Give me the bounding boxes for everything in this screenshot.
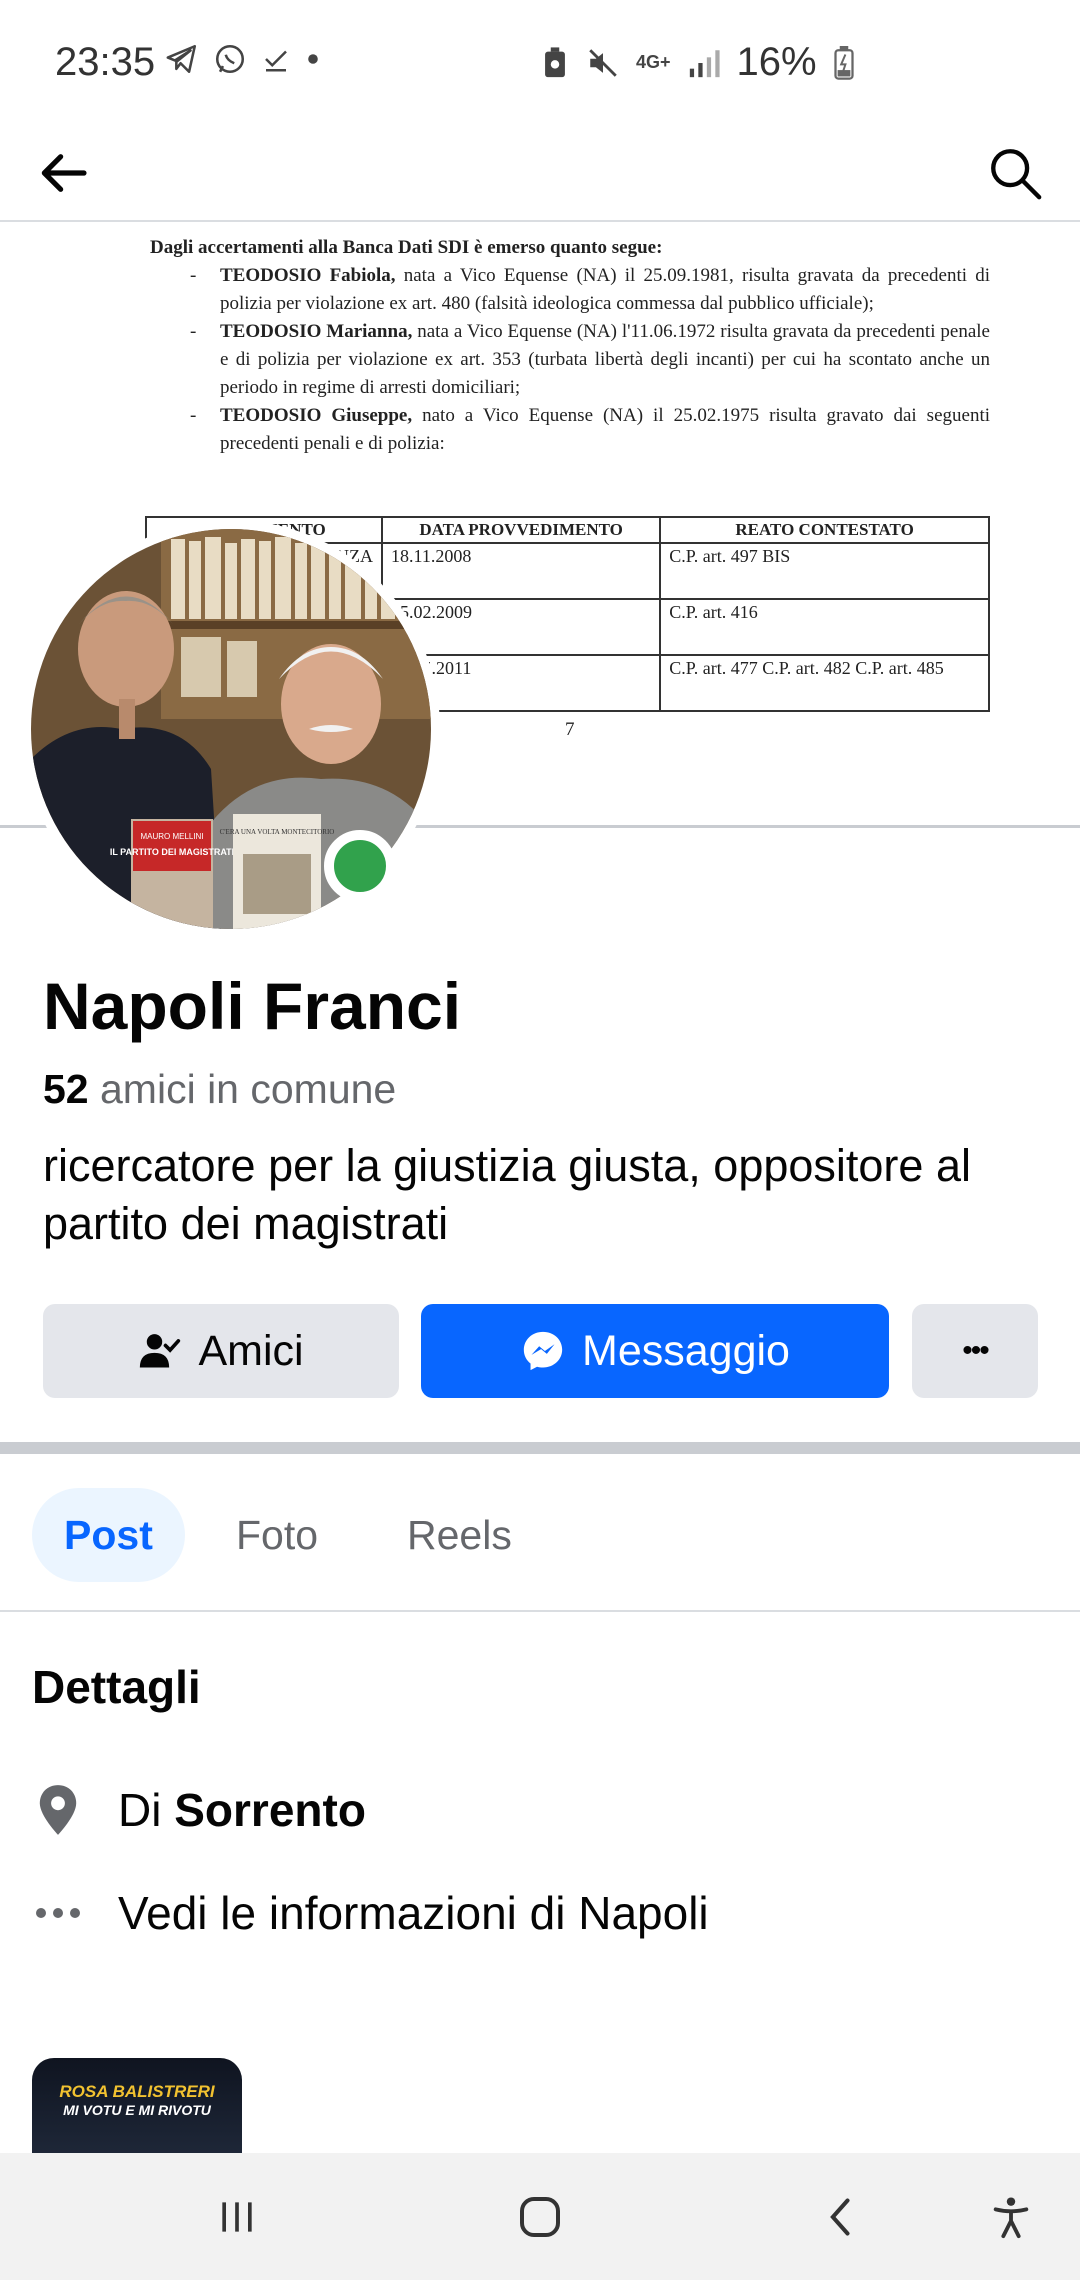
- table-cell: C.P. art. 416: [659, 598, 990, 656]
- more-button-label: •••: [962, 1334, 989, 1367]
- details-heading: Dettagli: [32, 1661, 201, 1713]
- battery-saver-icon: [545, 46, 565, 77]
- friends-button-label: Amici: [198, 1326, 304, 1375]
- ellipsis-icon: [32, 1906, 84, 1920]
- battery-charging-icon: [833, 45, 854, 80]
- friends-button[interactable]: Amici: [43, 1304, 399, 1398]
- book-left-author: MAURO MELLINI: [140, 832, 203, 841]
- profile-bio: ricercatore per la giustizia giusta, opp…: [43, 1140, 971, 1249]
- mutual-friends[interactable]: 52 amici in comune: [43, 1066, 396, 1113]
- battery-percent: 16%: [736, 40, 817, 84]
- telegram-icon: [166, 44, 197, 74]
- more-options-button[interactable]: •••: [912, 1304, 1038, 1398]
- see-info-label: Vedi le informazioni di Napoli: [118, 1887, 709, 1939]
- location-prefix: Di: [118, 1784, 175, 1836]
- network-type: 4G+: [636, 52, 671, 72]
- mutual-friends-count: 52: [43, 1066, 89, 1112]
- book-right-title: C'ERA UNA VOLTA MONTECITORIO: [220, 828, 335, 836]
- document-heading: Dagli accertamenti alla Banca Dati SDI è…: [150, 237, 663, 258]
- home-icon: [520, 2197, 560, 2237]
- back-button[interactable]: [28, 138, 98, 208]
- table-cell: C.P. art. 497 BIS: [659, 542, 990, 600]
- table-cell: 05.02.2009: [381, 598, 662, 656]
- person-check-icon: [140, 1334, 181, 1368]
- document-item: TEODOSIO Marianna, nata a Vico Equense (…: [180, 318, 990, 402]
- home-button[interactable]: [504, 2181, 576, 2253]
- tab-post[interactable]: Post: [32, 1488, 185, 1582]
- status-time: 23:35: [55, 40, 156, 84]
- document-item: TEODOSIO Giuseppe, nato a Vico Equense (…: [180, 402, 990, 458]
- table-cell: 18.11.2008: [381, 542, 662, 600]
- message-button-label: Messaggio: [582, 1326, 790, 1375]
- accessibility-button[interactable]: [975, 2181, 1047, 2253]
- search-button[interactable]: [980, 138, 1050, 208]
- arrow-left-icon: [41, 154, 87, 192]
- location-city[interactable]: Sorrento: [174, 1783, 366, 1837]
- search-icon: [991, 149, 1042, 200]
- dot-icon: [308, 54, 318, 64]
- accessibility-icon: [993, 2197, 1029, 2239]
- recent-apps-button[interactable]: [201, 2181, 273, 2253]
- table-header: REATO CONTESTATO: [659, 516, 990, 544]
- table-cell: C.P. art. 477 C.P. art. 482 C.P. art. 48…: [659, 654, 990, 712]
- whatsapp-icon: [215, 44, 245, 74]
- online-status-indicator: [324, 830, 396, 902]
- chevron-left-icon: [830, 2198, 850, 2236]
- system-navigation-bar: [0, 2153, 1080, 2280]
- section-divider: [0, 1442, 1080, 1454]
- notification-icons: [165, 42, 321, 76]
- highlight-subtitle: MI VOTU E MI RIVOTU: [63, 2102, 211, 2118]
- messenger-icon: [523, 1331, 563, 1371]
- map-pin-icon: [32, 1783, 84, 1837]
- highlight-title: ROSA BALISTRERI: [59, 2082, 215, 2101]
- detail-see-info[interactable]: Vedi le informazioni di Napoli: [32, 1878, 709, 1948]
- mute-icon: [589, 48, 617, 77]
- top-app-bar: [0, 130, 1080, 222]
- message-button[interactable]: Messaggio: [421, 1304, 889, 1398]
- document-page-number: 7: [565, 719, 575, 740]
- detail-location: Di Sorrento: [32, 1775, 366, 1845]
- checkmark-download-icon: [265, 50, 287, 72]
- book-left-title: IL PARTITO DEI MAGISTRATI: [110, 847, 234, 857]
- tab-reels[interactable]: Reels: [407, 1488, 512, 1582]
- table-header: DATA PROVVEDIMENTO: [381, 516, 662, 544]
- signal-icon: [689, 49, 720, 77]
- document-item: TEODOSIO Fabiola, nata a Vico Equense (N…: [180, 262, 990, 318]
- system-back-button[interactable]: [806, 2181, 878, 2253]
- system-icons: 4G+ 16%: [540, 40, 855, 85]
- tab-foto[interactable]: Foto: [236, 1488, 318, 1582]
- cover-document-text: Dagli accertamenti alla Banca Dati SDI è…: [150, 234, 990, 458]
- recent-apps-icon: [222, 2202, 252, 2232]
- status-bar: 23:35 4G+ 16%: [0, 0, 1080, 130]
- profile-tabs: Post Foto Reels: [0, 1454, 1080, 1612]
- mutual-friends-label: amici in comune: [88, 1066, 397, 1112]
- profile-name: Napoli Franci: [43, 969, 462, 1043]
- document-list: TEODOSIO Fabiola, nata a Vico Equense (N…: [150, 262, 990, 458]
